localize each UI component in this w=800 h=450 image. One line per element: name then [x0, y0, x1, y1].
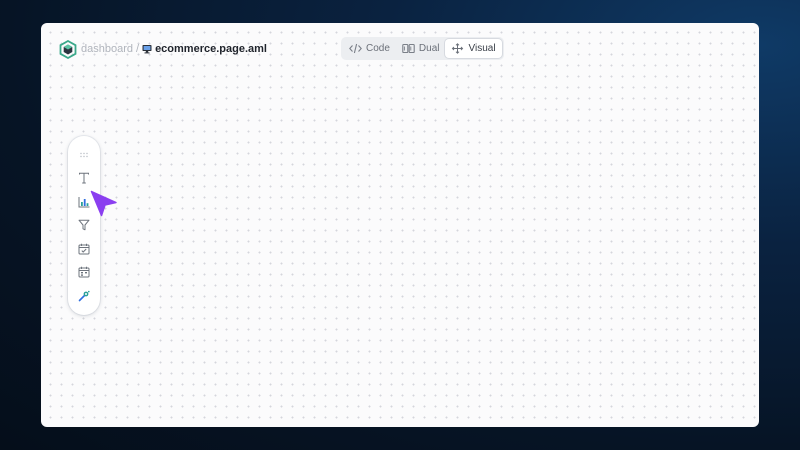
drag-handle-icon [80, 152, 88, 158]
breadcrumb: dashboard / ecommerce.page.aml [81, 42, 267, 56]
monitor-icon [142, 45, 152, 54]
code-icon [349, 43, 362, 54]
toolbar-text-button[interactable] [75, 169, 93, 187]
breadcrumb-root[interactable]: dashboard [81, 42, 133, 56]
toolbar-drag-handle[interactable] [75, 146, 93, 164]
toolbar-magic-button[interactable] [75, 287, 93, 305]
editor-window: dashboard / ecommerce.page.aml Code Dual… [41, 23, 759, 427]
move-arrows-icon [452, 43, 464, 54]
magic-wand-icon [78, 290, 90, 302]
bar-chart-icon [78, 197, 90, 208]
calendar-icon [78, 243, 90, 255]
component-toolbar [68, 136, 100, 315]
breadcrumb-file: ecommerce.page.aml [155, 43, 267, 55]
visual-view-label: Visual [468, 43, 496, 54]
view-mode-toggle: Code Dual Visual [341, 37, 504, 60]
visual-view-button[interactable]: Visual [445, 39, 502, 58]
date-range-icon [78, 266, 90, 278]
code-view-button[interactable]: Code [343, 39, 396, 58]
dual-view-label: Dual [418, 43, 440, 54]
breadcrumb-separator: / [136, 43, 140, 55]
code-view-label: Code [366, 43, 390, 54]
logo-icon [59, 40, 77, 59]
header: dashboard / ecommerce.page.aml Code Dual… [41, 23, 759, 75]
pointer-cursor-icon [90, 190, 117, 217]
toolbar-date-button[interactable] [75, 240, 93, 258]
split-columns-icon [402, 43, 415, 54]
toolbar-date-range-button[interactable] [75, 263, 93, 281]
dual-view-button[interactable]: Dual [396, 39, 446, 58]
text-icon [79, 172, 89, 184]
toolbar-filter-button[interactable] [75, 216, 93, 234]
filter-icon [78, 219, 90, 231]
